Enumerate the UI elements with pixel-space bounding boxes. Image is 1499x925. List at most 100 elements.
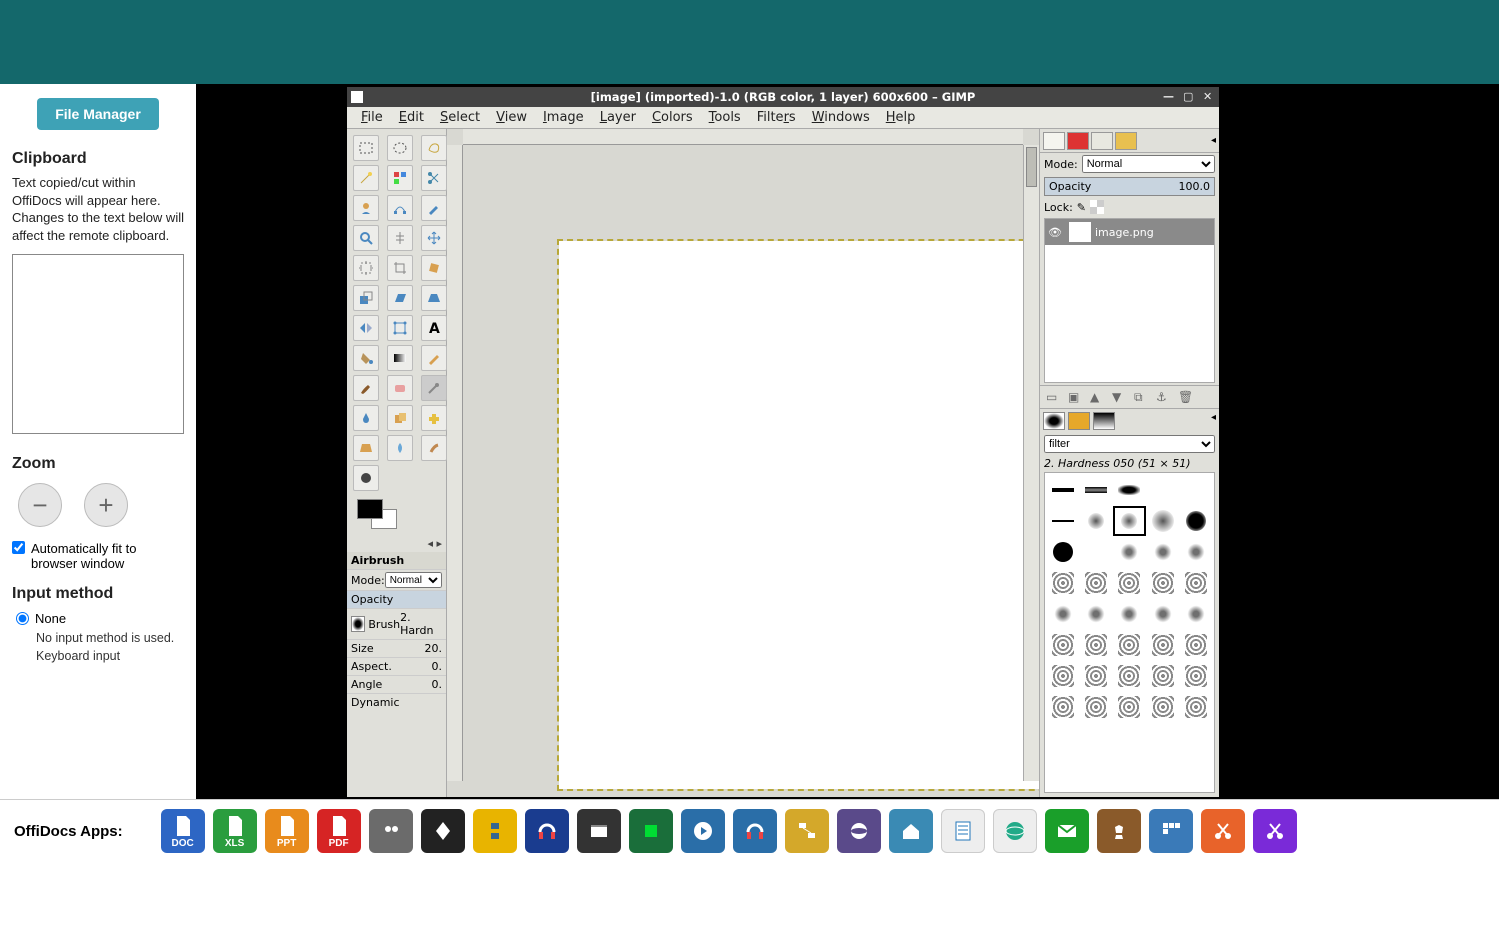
tool-by-color-select[interactable]	[387, 165, 413, 191]
visibility-icon[interactable]: 👁	[1045, 226, 1065, 239]
tool-shear[interactable]	[387, 285, 413, 311]
tool-zoom[interactable]	[353, 225, 379, 251]
menu-tools[interactable]: Tools	[703, 108, 747, 127]
tool-rotate[interactable]	[421, 255, 447, 281]
brush-item[interactable]	[1047, 692, 1079, 722]
brush-item[interactable]	[1180, 630, 1212, 660]
tool-perspective[interactable]	[421, 285, 447, 311]
app-lmms[interactable]	[629, 809, 673, 853]
maximize-button[interactable]: ▢	[1183, 91, 1195, 103]
app-mines[interactable]	[1149, 809, 1193, 853]
auto-fit-checkbox[interactable]	[12, 541, 25, 554]
brush-item[interactable]	[1113, 568, 1145, 598]
tab-channels-icon[interactable]	[1067, 132, 1089, 150]
menu-view[interactable]: View	[490, 108, 533, 127]
brush-item[interactable]	[1080, 506, 1112, 536]
brush-item[interactable]	[1080, 630, 1112, 660]
tool-paths[interactable]	[387, 195, 413, 221]
tool-free-select[interactable]	[421, 135, 447, 161]
tool-scissors[interactable]	[421, 165, 447, 191]
close-button[interactable]: ✕	[1203, 91, 1215, 103]
tool-clone[interactable]	[387, 405, 413, 431]
lower-layer-icon[interactable]: ▼	[1112, 390, 1126, 404]
brush-item[interactable]	[1047, 568, 1079, 598]
tool-eraser[interactable]	[387, 375, 413, 401]
gimp-titlebar[interactable]: [image] (imported)-1.0 (RGB color, 1 lay…	[347, 87, 1219, 107]
fg-color-swatch[interactable]	[357, 499, 383, 519]
app-gimp[interactable]	[369, 809, 413, 853]
tool-fuzzy-select[interactable]	[353, 165, 379, 191]
menu-windows[interactable]: Windows	[806, 108, 876, 127]
tool-pencil[interactable]	[421, 345, 447, 371]
tab-layers-icon[interactable]	[1043, 132, 1065, 150]
canvas[interactable]	[559, 241, 1039, 789]
brush-item[interactable]	[1180, 661, 1212, 691]
zoom-out-button[interactable]: −	[18, 483, 62, 527]
brush-item[interactable]	[1147, 537, 1179, 567]
brush-item[interactable]	[1080, 661, 1112, 691]
gimp-canvas-area[interactable]	[447, 129, 1039, 797]
brush-item[interactable]	[1047, 475, 1079, 505]
brush-item[interactable]	[1180, 599, 1212, 629]
brush-dock-menu-icon[interactable]: ◂	[1211, 412, 1216, 430]
brush-item[interactable]	[1080, 692, 1112, 722]
brush-item[interactable]	[1147, 568, 1179, 598]
app-audiocut[interactable]	[1253, 809, 1297, 853]
tool-cage[interactable]	[387, 315, 413, 341]
brush-item[interactable]	[1080, 568, 1112, 598]
app-videocut[interactable]	[1201, 809, 1245, 853]
tool-color-picker[interactable]	[421, 195, 447, 221]
new-layer-icon[interactable]: ▭	[1046, 390, 1060, 404]
menu-select[interactable]: Select	[434, 108, 486, 127]
tool-move[interactable]	[421, 225, 447, 251]
brush-item[interactable]	[1047, 537, 1079, 567]
brush-item[interactable]	[1113, 537, 1145, 567]
brush-item[interactable]	[1180, 692, 1212, 722]
app-chess[interactable]	[1097, 809, 1141, 853]
zoom-in-button[interactable]: +	[84, 483, 128, 527]
brush-item[interactable]	[1147, 692, 1179, 722]
app-browser[interactable]	[993, 809, 1037, 853]
tool-blur[interactable]	[387, 435, 413, 461]
tool-foreground-select[interactable]	[353, 195, 379, 221]
app-dia[interactable]	[785, 809, 829, 853]
tool-ellipse-select[interactable]	[387, 135, 413, 161]
brush-item[interactable]	[1113, 661, 1145, 691]
lock-alpha-icon[interactable]	[1090, 200, 1104, 214]
app-inkscape[interactable]	[421, 809, 465, 853]
opt-aspect-value[interactable]: 0.	[432, 660, 443, 673]
dock-config-icon[interactable]: ◂ ▸	[347, 535, 446, 552]
canvas-vscrollbar[interactable]	[1023, 145, 1039, 781]
tool-airbrush[interactable]	[421, 375, 447, 401]
app-pdf[interactable]: PDF	[317, 809, 361, 853]
menu-filters[interactable]: Filters	[751, 108, 802, 127]
brush-item[interactable]	[1147, 630, 1179, 660]
tool-text[interactable]: A	[421, 315, 447, 341]
tool-rect-select[interactable]	[353, 135, 379, 161]
brush-item[interactable]	[1113, 475, 1145, 505]
app-python[interactable]	[473, 809, 517, 853]
brush-item[interactable]	[1180, 537, 1212, 567]
brush-item[interactable]	[1147, 661, 1179, 691]
tab-brushes-icon[interactable]	[1043, 412, 1065, 430]
raise-layer-icon[interactable]: ▲	[1090, 390, 1104, 404]
tool-dodge[interactable]	[353, 465, 379, 491]
layer-row[interactable]: 👁 image.png	[1045, 219, 1214, 245]
menu-layer[interactable]: Layer	[594, 108, 642, 127]
duplicate-layer-icon[interactable]: ⧉	[1134, 390, 1148, 404]
brush-item[interactable]	[1080, 537, 1112, 567]
clipboard-textarea[interactable]	[12, 254, 184, 434]
color-swatches[interactable]	[357, 499, 401, 535]
brush-preview-icon[interactable]	[351, 616, 365, 632]
app-libreoffice[interactable]	[941, 809, 985, 853]
brush-item[interactable]	[1080, 599, 1112, 629]
tool-blend[interactable]	[387, 345, 413, 371]
brush-item[interactable]	[1147, 506, 1179, 536]
tool-smudge[interactable]	[421, 435, 447, 461]
brush-filter-select[interactable]: filter	[1044, 435, 1215, 453]
brush-item[interactable]	[1113, 630, 1145, 660]
dock-menu-icon[interactable]: ◂	[1211, 135, 1216, 146]
lock-pixels-icon[interactable]: ✎	[1077, 201, 1086, 214]
app-sweethome[interactable]	[889, 809, 933, 853]
tool-ink[interactable]	[353, 405, 379, 431]
